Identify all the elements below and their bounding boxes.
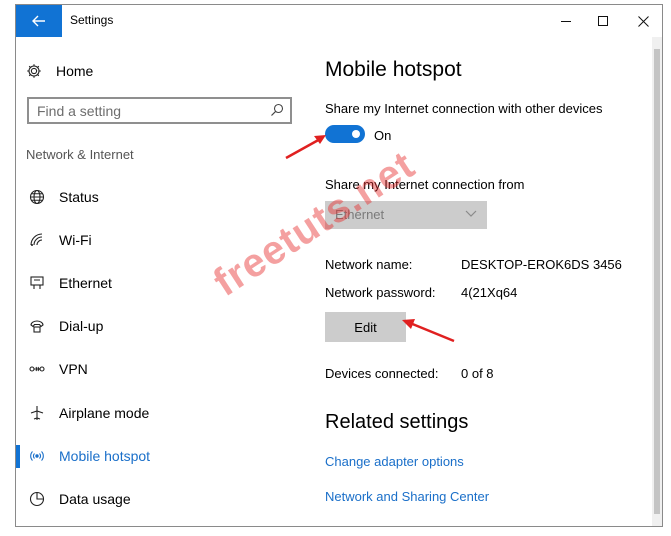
maximize-icon [597,15,608,26]
globe-icon [29,189,45,205]
section-label: Network & Internet [26,147,134,162]
toggle-state: On [374,128,392,143]
sidebar-item-mobile-hotspot[interactable]: Mobile hotspot [16,436,306,476]
share-toggle[interactable] [325,125,365,143]
wifi-icon [29,232,45,248]
settings-window: Settings Home Network & Internet Stat [15,4,663,527]
page-title: Mobile hotspot [325,58,462,81]
sidebar-item-label: Wi-Fi [59,232,92,248]
edit-button[interactable]: Edit [325,312,406,342]
title-bar: Settings [16,5,662,37]
dialup-icon [29,318,45,334]
network-password-label: Network password: [325,285,436,300]
sidebar-item-label: Airplane mode [59,405,150,421]
share-from-label: Share my Internet connection from [325,177,525,192]
sidebar-item-label: Ethernet [59,275,112,291]
share-label: Share my Internet connection with other … [325,101,603,116]
network-name-label: Network name: [325,257,413,272]
devices-connected-label: Devices connected: [325,366,439,381]
back-arrow-icon [32,15,45,27]
sidebar-item-data-usage[interactable]: Data usage [16,479,306,519]
sidebar-item-label: Data usage [59,491,131,507]
network-name-value: DESKTOP-EROK6DS 3456 [461,257,622,272]
home-link[interactable]: Home [26,59,93,83]
search-icon[interactable] [270,103,284,117]
gear-icon [27,64,41,78]
toggle-knob [352,130,360,138]
close-icon [637,15,649,27]
data-usage-icon [29,491,45,507]
sidebar-item-wifi[interactable]: Wi-Fi [16,220,306,260]
sidebar-item-label: Mobile hotspot [59,448,151,464]
network-password-value: 4(21Xq64 [461,285,518,300]
back-button[interactable] [16,5,62,37]
sidebar-item-label: Status [59,189,99,205]
sidebar-item-status[interactable]: Status [16,177,306,217]
search-input[interactable] [29,99,267,122]
airplane-icon [29,405,45,421]
scrollbar-thumb[interactable] [654,49,660,514]
network-sharing-center-link[interactable]: Network and Sharing Center [325,489,489,504]
sidebar-item-airplane-mode[interactable]: Airplane mode [16,393,306,433]
hotspot-icon [29,448,45,464]
app-title: Settings [70,13,114,27]
close-button[interactable] [622,5,662,37]
sidebar-item-dialup[interactable]: Dial-up [16,306,306,346]
search-box[interactable] [27,97,292,124]
sidebar-item-label: VPN [59,361,88,377]
minimize-icon [560,20,571,22]
vpn-icon [29,361,45,377]
change-adapter-options-link[interactable]: Change adapter options [325,454,464,469]
scrollbar[interactable] [652,37,662,526]
sidebar-item-label: Dial-up [59,318,104,334]
maximize-button[interactable] [582,5,624,37]
share-from-dropdown[interactable]: Ethernet [325,201,487,229]
sidebar-item-ethernet[interactable]: Ethernet [16,263,306,303]
dropdown-value: Ethernet [335,207,385,222]
chevron-down-icon [465,210,477,217]
sidebar-item-vpn[interactable]: VPN [16,349,306,389]
minimize-button[interactable] [545,5,587,37]
related-settings-title: Related settings [325,411,469,433]
home-label: Home [56,63,94,79]
ethernet-icon [29,275,45,291]
devices-connected-value: 0 of 8 [461,366,494,381]
